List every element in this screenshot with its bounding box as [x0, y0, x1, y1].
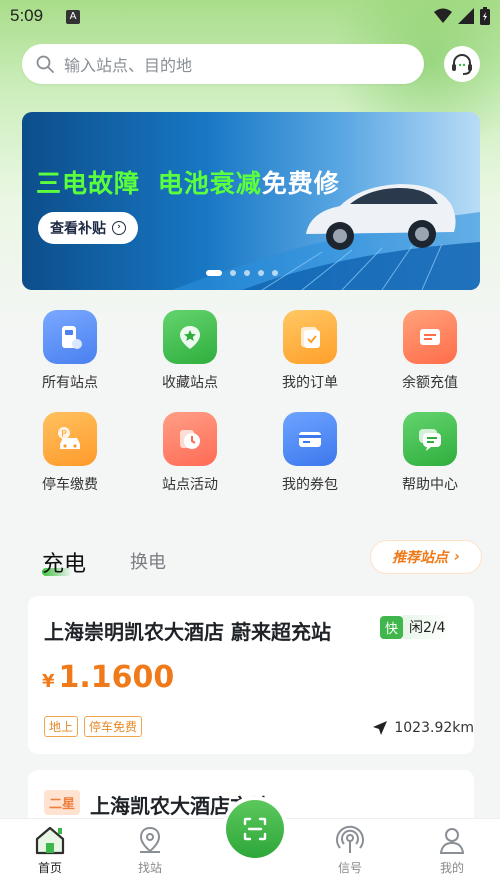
- recommend-stations-button[interactable]: 推荐站点 ›: [370, 540, 482, 574]
- grid-label: 我的订单: [282, 375, 338, 391]
- grid-label: 站点活动: [162, 477, 218, 493]
- navigation-arrow-icon: [373, 721, 388, 735]
- station-price: ¥1.1600: [42, 660, 174, 695]
- grid-label: 收藏站点: [162, 375, 218, 391]
- wifi-icon: [434, 8, 452, 23]
- fast-charge-availability: 快 闲2/4: [380, 615, 452, 639]
- station-icon: [43, 310, 97, 364]
- grid-item-balance-topup[interactable]: 余额充值: [370, 310, 490, 392]
- favorite-star-icon: [163, 310, 217, 364]
- home-icon: [35, 826, 65, 855]
- station-distance[interactable]: 1023.92km: [372, 720, 474, 736]
- banner-title: 三电故障 电池衰减免费修: [36, 164, 340, 200]
- station-name: 上海崇明凯农大酒店 蔚来超充站: [44, 620, 331, 644]
- notification-icon: A: [66, 10, 80, 24]
- tag-ground: 地上: [44, 716, 79, 737]
- search-input[interactable]: 输入站点、目的地: [22, 44, 424, 84]
- quick-action-grid: 所有站点 收藏站点 我的订单 余额充值 P 停车缴费 站点活动 我的券包 帮助中…: [10, 310, 490, 494]
- grid-label: 停车缴费: [42, 477, 98, 493]
- availability-count: 闲2/4: [403, 615, 452, 639]
- grid-item-all-stations[interactable]: 所有站点: [10, 310, 130, 392]
- price-currency: ¥: [42, 671, 55, 692]
- wallet-icon: [403, 310, 457, 364]
- promo-banner[interactable]: 三电故障 电池衰减免费修 查看补贴 ›: [22, 112, 480, 290]
- grid-item-parking-fee[interactable]: P 停车缴费: [10, 412, 130, 494]
- carousel-dot[interactable]: [272, 270, 278, 276]
- search-placeholder: 输入站点、目的地: [64, 56, 193, 75]
- map-pin-icon: [139, 826, 161, 853]
- scan-button[interactable]: [222, 796, 288, 862]
- banner-title-part3: 免费修: [261, 169, 340, 198]
- grid-label: 余额充值: [402, 375, 458, 391]
- carousel-indicator: [206, 270, 278, 276]
- scan-icon: [243, 817, 267, 841]
- nav-home[interactable]: 首页: [20, 825, 80, 876]
- grid-item-favorite-stations[interactable]: 收藏站点: [130, 310, 250, 392]
- parking-car-icon: P: [43, 412, 97, 466]
- signal-icon: [336, 825, 364, 853]
- tab-charge[interactable]: 充电: [42, 546, 86, 578]
- fast-badge: 快: [380, 615, 404, 639]
- station-card[interactable]: 上海崇明凯农大酒店 蔚来超充站 快 闲2/4 ¥1.1600 地上 停车免费 1…: [28, 596, 474, 754]
- tab-swap[interactable]: 换电: [130, 548, 166, 574]
- grid-item-coupons[interactable]: 我的券包: [250, 412, 370, 494]
- order-icon: [283, 310, 337, 364]
- price-value: 1.1600: [58, 660, 175, 695]
- grid-item-my-orders[interactable]: 我的订单: [250, 310, 370, 392]
- nav-label: 信号: [337, 861, 362, 875]
- nav-label: 我的: [439, 861, 464, 875]
- nav-label: 找站: [137, 861, 162, 875]
- nav-signal[interactable]: 信号: [320, 825, 380, 876]
- carousel-dot[interactable]: [206, 270, 222, 276]
- view-subsidy-label: 查看补贴: [50, 221, 106, 237]
- grid-label: 所有站点: [42, 375, 98, 391]
- customer-service-button[interactable]: [444, 46, 480, 82]
- nav-find-station[interactable]: 找站: [120, 825, 180, 876]
- search-icon: [36, 55, 54, 73]
- carousel-dot[interactable]: [230, 270, 236, 276]
- scan-button-inner: [226, 800, 284, 858]
- nav-label: 首页: [37, 861, 62, 875]
- carousel-dot[interactable]: [244, 270, 250, 276]
- profile-icon: [439, 828, 465, 854]
- grid-label: 帮助中心: [402, 477, 458, 493]
- carousel-dot[interactable]: [258, 270, 264, 276]
- chevron-right-icon: ›: [112, 221, 126, 235]
- tag-free-parking: 停车免费: [84, 716, 143, 737]
- nav-profile[interactable]: 我的: [422, 825, 482, 876]
- distance-value: 1023.92km: [394, 720, 474, 736]
- help-chat-icon: [403, 412, 457, 466]
- status-bar: 5:09 A: [0, 0, 500, 34]
- view-subsidy-button[interactable]: 查看补贴 ›: [38, 212, 138, 244]
- chevron-right-icon: ›: [454, 549, 460, 565]
- grid-item-help-center[interactable]: 帮助中心: [370, 412, 490, 494]
- battery-icon: [480, 7, 490, 25]
- rating-badge: 二星: [44, 790, 81, 815]
- headset-icon: [452, 54, 472, 75]
- recommend-label: 推荐站点: [392, 550, 449, 566]
- station-tags: 地上 停车免费: [44, 716, 143, 737]
- status-time: 5:09: [10, 6, 44, 25]
- cell-signal-icon: [458, 8, 474, 24]
- status-icons: [434, 7, 490, 25]
- banner-title-part1: 三电故障: [36, 169, 141, 198]
- grid-item-station-activity[interactable]: 站点活动: [130, 412, 250, 494]
- banner-title-part2: 电池衰减: [157, 169, 262, 198]
- grid-label: 我的券包: [282, 477, 338, 493]
- activity-clock-icon: [163, 412, 217, 466]
- coupon-icon: [283, 412, 337, 466]
